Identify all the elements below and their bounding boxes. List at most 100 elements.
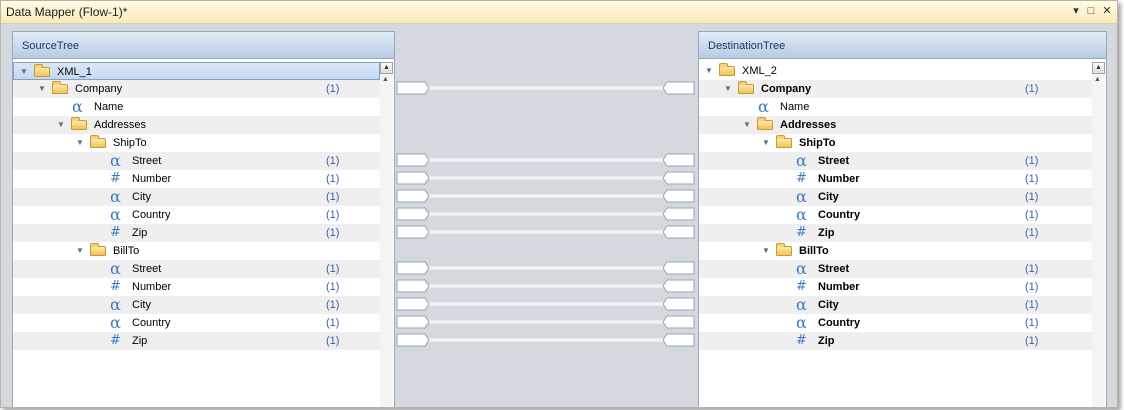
connector-pin[interactable] [662,315,695,329]
scroll-up-arrow-icon[interactable]: ▲ [382,76,389,83]
string-type-icon: α [110,259,121,278]
string-type-icon: α [110,187,121,206]
connector-pin[interactable] [396,171,430,185]
expand-arrow-icon[interactable]: ▼ [762,242,770,260]
tree-row[interactable]: # Number (1) [13,170,380,188]
tree-row[interactable]: ▼ Company (1) [699,80,1092,98]
occurrence-count: (1) [326,191,340,203]
tree-row[interactable]: ▼ Company (1) [13,80,380,98]
scroll-top-button[interactable]: ▲ [1092,62,1105,74]
tree-row[interactable]: α Name [13,98,380,116]
connector-pin[interactable] [396,279,430,293]
tree-row[interactable]: # Zip (1) [13,224,380,242]
expand-arrow-icon[interactable]: ▼ [743,116,751,134]
connector-pin[interactable] [396,315,430,329]
connector-pin[interactable] [396,153,430,167]
connector-pin[interactable] [662,279,695,293]
tree-row[interactable]: α City (1) [699,296,1092,314]
source-scrollbar[interactable]: ▲ ▲ [380,62,393,407]
tree-node-label: City [818,299,839,311]
tree-row[interactable]: α Country (1) [699,206,1092,224]
connector-pin[interactable] [662,225,695,239]
expand-arrow-icon[interactable]: ▼ [76,134,84,152]
expand-arrow-icon[interactable]: ▼ [724,80,732,98]
number-type-icon: # [110,279,121,294]
expand-arrow-icon[interactable]: ▼ [762,134,770,152]
tree-row[interactable]: α Street (1) [13,260,380,278]
occurrence-count: (1) [1025,155,1039,167]
tree-row[interactable]: ▼ BillTo [13,242,380,260]
connector-pin[interactable] [662,171,695,185]
occurrence-count: (1) [326,281,340,293]
tree-row[interactable]: α City (1) [13,296,380,314]
connector-pin[interactable] [662,297,695,311]
expand-arrow-icon[interactable]: ▼ [705,62,713,80]
tree-row[interactable]: # Number (1) [13,278,380,296]
number-type-icon: # [796,225,807,240]
tree-row[interactable]: α Street (1) [13,152,380,170]
folder-icon [52,81,68,94]
tree-row[interactable]: ▼ Addresses [699,116,1092,134]
connector-pin[interactable] [396,261,430,275]
tree-row[interactable]: # Number (1) [699,170,1092,188]
close-button[interactable]: ✕ [1101,5,1113,17]
occurrence-count: (1) [326,335,340,347]
tree-row[interactable]: ▼ Addresses [13,116,380,134]
string-type-icon: α [796,205,807,224]
connector-pin[interactable] [396,81,430,95]
tree-row[interactable]: # Zip (1) [699,332,1092,350]
tree-row[interactable]: α Country (1) [699,314,1092,332]
connector-pin[interactable] [396,297,430,311]
connector-pin[interactable] [662,189,695,203]
tree-row[interactable]: ▼ XML_2 [699,62,1092,80]
tree-row[interactable]: α Country (1) [13,314,380,332]
tree-row[interactable]: ▼ BillTo [699,242,1092,260]
tree-row[interactable]: α City (1) [699,188,1092,206]
connector-pin[interactable] [396,207,430,221]
connector-pin[interactable] [396,333,430,347]
tree-node-label: Number [132,281,172,293]
folder-icon [719,63,735,76]
connector-pin[interactable] [662,153,695,167]
connector-pin[interactable] [662,207,695,221]
expand-arrow-icon[interactable]: ▼ [38,80,46,98]
tree-row[interactable]: # Number (1) [699,278,1092,296]
connector-pin[interactable] [662,261,695,275]
connector-pin[interactable] [396,189,430,203]
occurrence-count: (1) [326,209,340,221]
tree-node-label: Number [818,281,860,293]
scroll-up-arrow-icon[interactable]: ▲ [1094,76,1101,83]
folder-icon [738,81,754,94]
dropdown-icon[interactable]: ▾ [1070,5,1082,17]
occurrence-count: (1) [1025,299,1039,311]
maximize-button[interactable]: □ [1085,5,1097,17]
tree-row[interactable]: α Country (1) [13,206,380,224]
occurrence-count: (1) [1025,173,1039,185]
tree-row[interactable]: ▼ ShipTo [13,134,380,152]
scroll-top-button[interactable]: ▲ [380,62,393,74]
expand-arrow-icon[interactable]: ▼ [20,63,28,81]
tree-node-label: BillTo [113,245,140,257]
tree-row[interactable]: # Zip (1) [13,332,380,350]
tree-row[interactable]: ▼ XML_1 [13,62,380,80]
tree-node-label: Country [818,209,861,221]
destination-scrollbar[interactable]: ▲ ▲ [1092,62,1105,407]
tree-row[interactable]: # Zip (1) [699,224,1092,242]
occurrence-count: (1) [1025,83,1039,95]
tree-row[interactable]: α City (1) [13,188,380,206]
tree-row[interactable]: α Name [699,98,1092,116]
expand-arrow-icon[interactable]: ▼ [57,116,65,134]
tree-node-label: City [132,191,151,203]
tree-node-label: City [132,299,151,311]
occurrence-count: (1) [1025,227,1039,239]
tree-node-label: Number [818,173,860,185]
tree-row[interactable]: ▼ ShipTo [699,134,1092,152]
expand-arrow-icon[interactable]: ▼ [76,242,84,260]
tree-row[interactable]: α Street (1) [699,260,1092,278]
tree-row[interactable]: α Street (1) [699,152,1092,170]
connector-pin[interactable] [662,333,695,347]
connector-pin[interactable] [396,225,430,239]
number-type-icon: # [796,171,807,186]
folder-icon [90,243,106,256]
connector-pin[interactable] [662,81,695,95]
